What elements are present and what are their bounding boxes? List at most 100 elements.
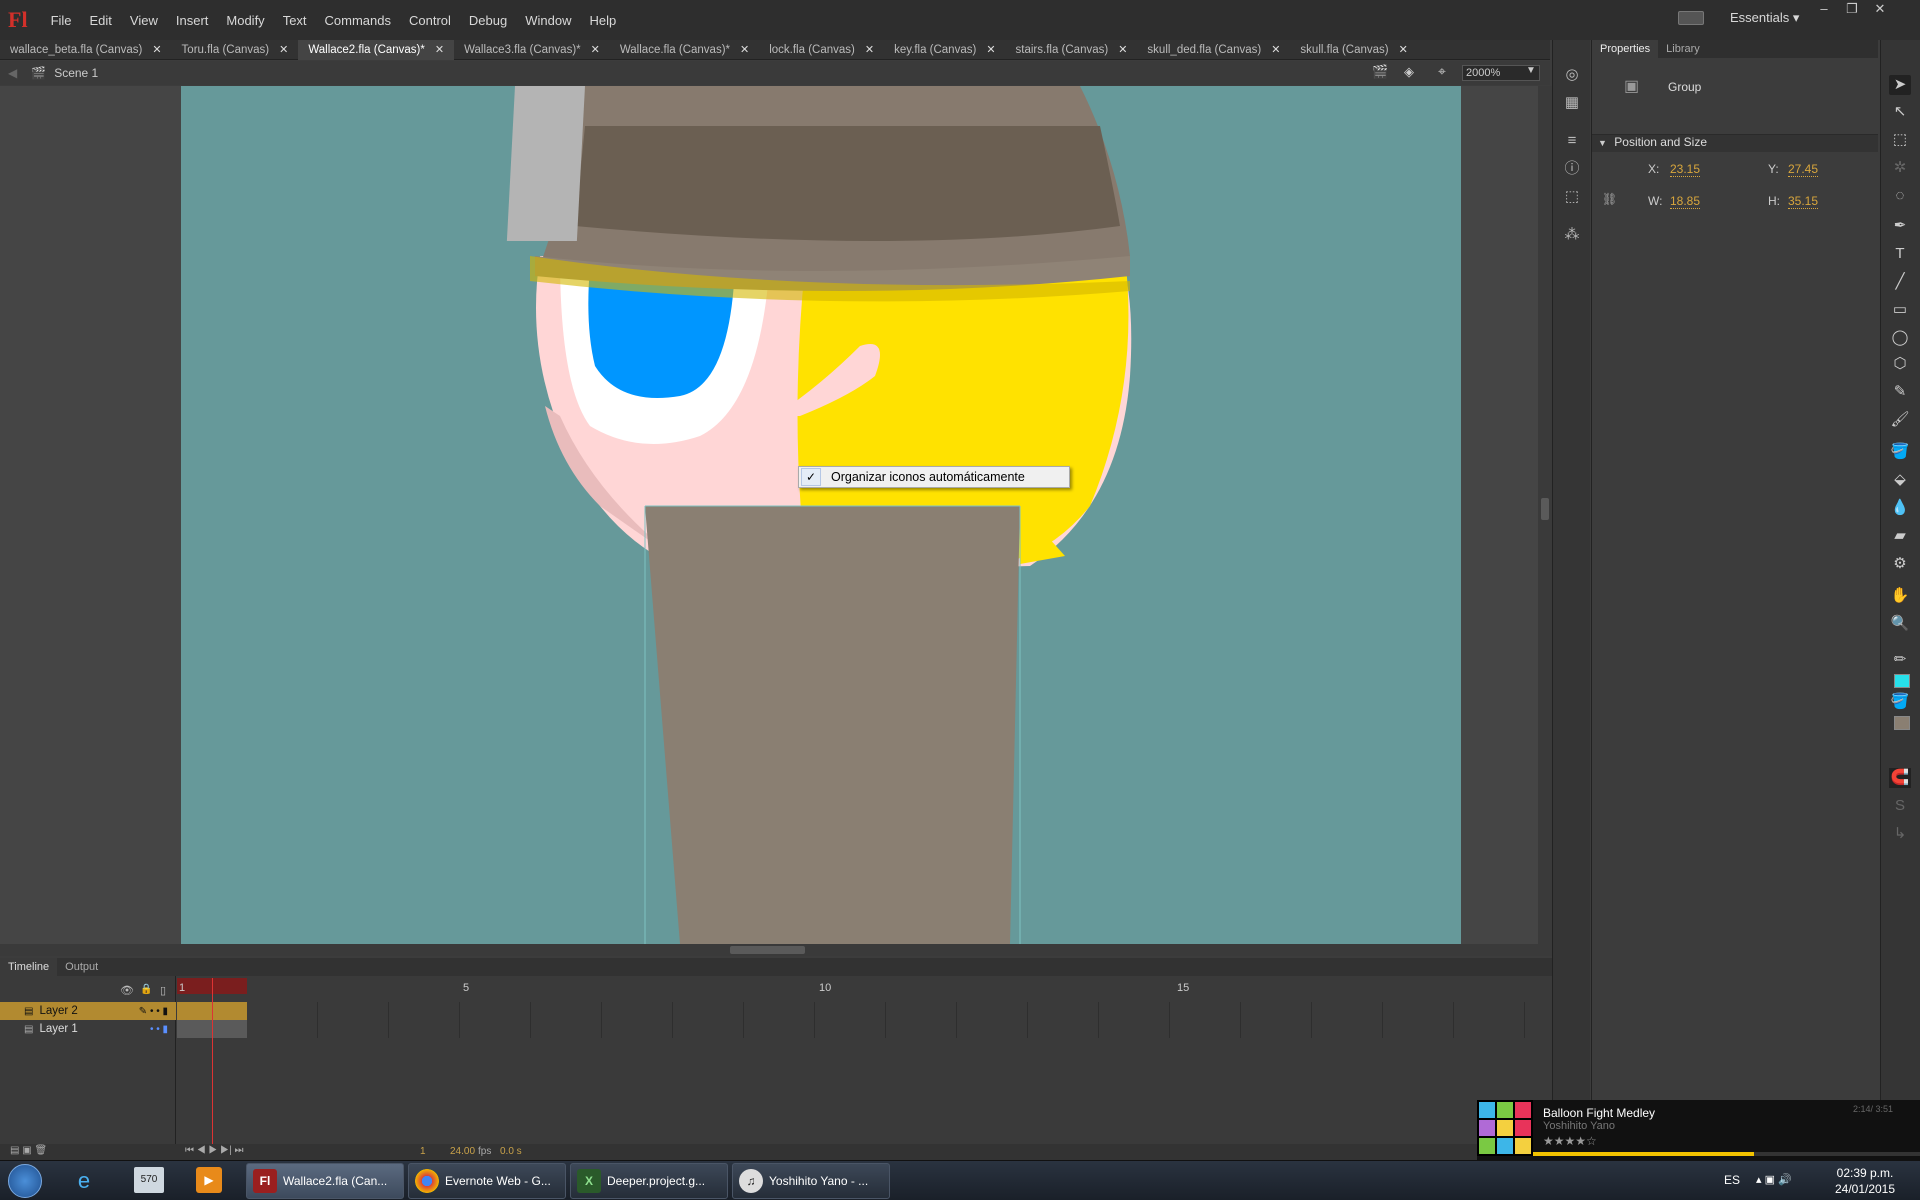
stroke-color-icon[interactable]: ✏ [1889, 650, 1911, 670]
fill-color-swatch[interactable] [1894, 716, 1910, 730]
x-value[interactable]: 23.15 [1670, 162, 1701, 177]
bone-tool-icon[interactable]: ⚙ [1889, 554, 1911, 574]
taskbar-item[interactable]: ♫ Yoshihito Yano - ... [732, 1163, 890, 1199]
edit-symbol-icon[interactable]: ◈ [1404, 64, 1414, 80]
context-menu-item[interactable]: Organizar iconos automáticamente [831, 470, 1025, 484]
stage-canvas[interactable] [0, 86, 1538, 944]
doc-tab[interactable]: Toru.fla (Canvas) ✕ [172, 40, 299, 60]
language-indicator[interactable]: ES [1724, 1173, 1740, 1187]
layer-row-2[interactable]: ▤ Layer 2 ✎ • • ▮ [0, 1002, 176, 1020]
section-header[interactable]: ▼ Position and Size [1592, 134, 1878, 152]
menu-text[interactable]: Text [274, 13, 316, 28]
eye-icon[interactable]: 👁 [120, 984, 134, 997]
frame-grid[interactable] [247, 1002, 1537, 1038]
align-icon[interactable]: ≡ [1561, 130, 1583, 152]
line-tool-icon[interactable]: ╱ [1889, 272, 1911, 292]
menu-commands[interactable]: Commands [316, 13, 400, 28]
close-icon[interactable]: ✕ [740, 43, 749, 56]
rectangle-tool-icon[interactable]: ▭ [1889, 300, 1911, 320]
minimize-icon[interactable]: – [1810, 0, 1838, 20]
new-layer-icon[interactable]: ▤ ▣ 🗑 [10, 1145, 47, 1156]
close-icon[interactable]: ✕ [279, 43, 288, 56]
scroll-thumb[interactable] [730, 946, 805, 954]
scroll-thumb[interactable] [1541, 498, 1549, 520]
menu-window[interactable]: Window [516, 13, 580, 28]
menu-file[interactable]: File [42, 13, 81, 28]
workspace-switcher[interactable]: Essentials ▾ [1730, 10, 1799, 26]
outline-icon[interactable]: ▯ [160, 984, 166, 997]
stroke-color-swatch[interactable] [1894, 674, 1910, 688]
snap-magnet-icon[interactable]: 🧲 [1889, 768, 1911, 788]
horizontal-scrollbar[interactable] [0, 944, 1552, 956]
scene-name[interactable]: Scene 1 [54, 66, 98, 80]
taskbar-item[interactable]: Fl Wallace2.fla (Can... [246, 1163, 404, 1199]
eyedropper-icon[interactable]: 💧 [1889, 498, 1911, 518]
menu-modify[interactable]: Modify [217, 13, 273, 28]
components-icon[interactable]: ⁂ [1561, 224, 1583, 246]
edit-scene-icon[interactable]: 🎬 [1372, 64, 1388, 80]
tab-output[interactable]: Output [57, 958, 106, 976]
swatches-icon[interactable]: ▦ [1561, 92, 1583, 114]
start-button[interactable] [8, 1164, 42, 1198]
tray-icons[interactable]: ▴ ▣ 🔊 [1756, 1173, 1792, 1186]
y-value[interactable]: 27.45 [1788, 162, 1819, 177]
fill-color-icon[interactable]: 🪣 [1889, 692, 1911, 712]
selection-tool-icon[interactable]: ➤ [1889, 75, 1911, 95]
stage-area[interactable] [0, 86, 1538, 944]
tab-library[interactable]: Library [1658, 40, 1708, 58]
doc-tab[interactable]: lock.fla (Canvas) ✕ [759, 40, 884, 60]
menu-edit[interactable]: Edit [81, 13, 121, 28]
doc-tab[interactable]: skull.fla (Canvas) ✕ [1290, 40, 1417, 60]
close-icon[interactable]: ✕ [1866, 0, 1894, 20]
close-icon[interactable]: ✕ [1271, 43, 1280, 56]
rating-stars-icon[interactable]: ★★★★☆ [1543, 1134, 1597, 1148]
doc-tab[interactable]: skull_ded.fla (Canvas) ✕ [1137, 40, 1290, 60]
playback-controls-icon[interactable]: ⏮ ◀ ▶ ▶| ⏭ [185, 1145, 243, 1156]
close-icon[interactable]: ✕ [435, 43, 444, 56]
lasso-icon[interactable]: ◌ [1889, 186, 1911, 206]
menu-insert[interactable]: Insert [167, 13, 218, 28]
lock-icon[interactable]: 🔒 [140, 984, 152, 995]
taskbar-item[interactable]: Evernote Web - G... [408, 1163, 566, 1199]
menu-help[interactable]: Help [580, 13, 625, 28]
transform-icon[interactable]: ⬚ [1561, 186, 1583, 208]
close-icon[interactable]: ✕ [152, 43, 161, 56]
doc-tab[interactable]: wallace_beta.fla (Canvas) ✕ [0, 40, 172, 60]
doc-tab[interactable]: Wallace.fla (Canvas)* ✕ [610, 40, 759, 60]
doc-tab-active[interactable]: Wallace2.fla (Canvas)* ✕ [298, 39, 455, 60]
eraser-icon[interactable]: ▰ [1889, 526, 1911, 546]
pencil-tool-icon[interactable]: ✎ [1889, 382, 1911, 402]
zoom-tool-icon[interactable]: 🔍 [1889, 614, 1911, 634]
ie-icon[interactable]: e [70, 1167, 98, 1195]
frames-area[interactable]: 1 5 10 15 [177, 976, 1537, 1144]
menu-debug[interactable]: Debug [460, 13, 516, 28]
chevron-down-icon[interactable]: ▼ [1526, 65, 1536, 76]
hand-tool-icon[interactable]: ✋ [1889, 586, 1911, 606]
smooth-icon[interactable]: S [1889, 796, 1911, 816]
close-icon[interactable]: ✕ [591, 43, 600, 56]
taskbar-item[interactable]: X Deeper.project.g... [570, 1163, 728, 1199]
close-icon[interactable]: ✕ [986, 43, 995, 56]
doc-tab[interactable]: stairs.fla (Canvas) ✕ [1006, 40, 1138, 60]
free-transform-icon[interactable]: ⬚ [1889, 130, 1911, 150]
close-icon[interactable]: ✕ [865, 43, 874, 56]
close-icon[interactable]: ✕ [1399, 43, 1408, 56]
sync-settings-icon[interactable] [1678, 11, 1704, 25]
doc-tab[interactable]: key.fla (Canvas) ✕ [884, 40, 1005, 60]
tab-timeline[interactable]: Timeline [0, 958, 58, 976]
restore-icon[interactable]: ❐ [1838, 0, 1866, 20]
track-progress[interactable] [1533, 1152, 1920, 1156]
tab-properties[interactable]: Properties [1592, 40, 1659, 58]
back-arrow-icon[interactable]: ◀ [8, 66, 17, 80]
ink-bottle-icon[interactable]: ⬙ [1889, 470, 1911, 490]
center-stage-icon[interactable]: ⌖ [1438, 63, 1446, 80]
menu-view[interactable]: View [121, 13, 167, 28]
text-tool-icon[interactable]: T [1889, 244, 1911, 264]
h-value[interactable]: 35.15 [1788, 194, 1819, 209]
w-value[interactable]: 18.85 [1670, 194, 1701, 209]
close-icon[interactable]: ✕ [1118, 43, 1127, 56]
vertical-scrollbar[interactable] [1538, 86, 1552, 944]
pinned-app-icon[interactable]: 570 [134, 1167, 164, 1193]
paint-bucket-icon[interactable]: 🪣 [1889, 442, 1911, 462]
straighten-icon[interactable]: ↳ [1889, 824, 1911, 844]
